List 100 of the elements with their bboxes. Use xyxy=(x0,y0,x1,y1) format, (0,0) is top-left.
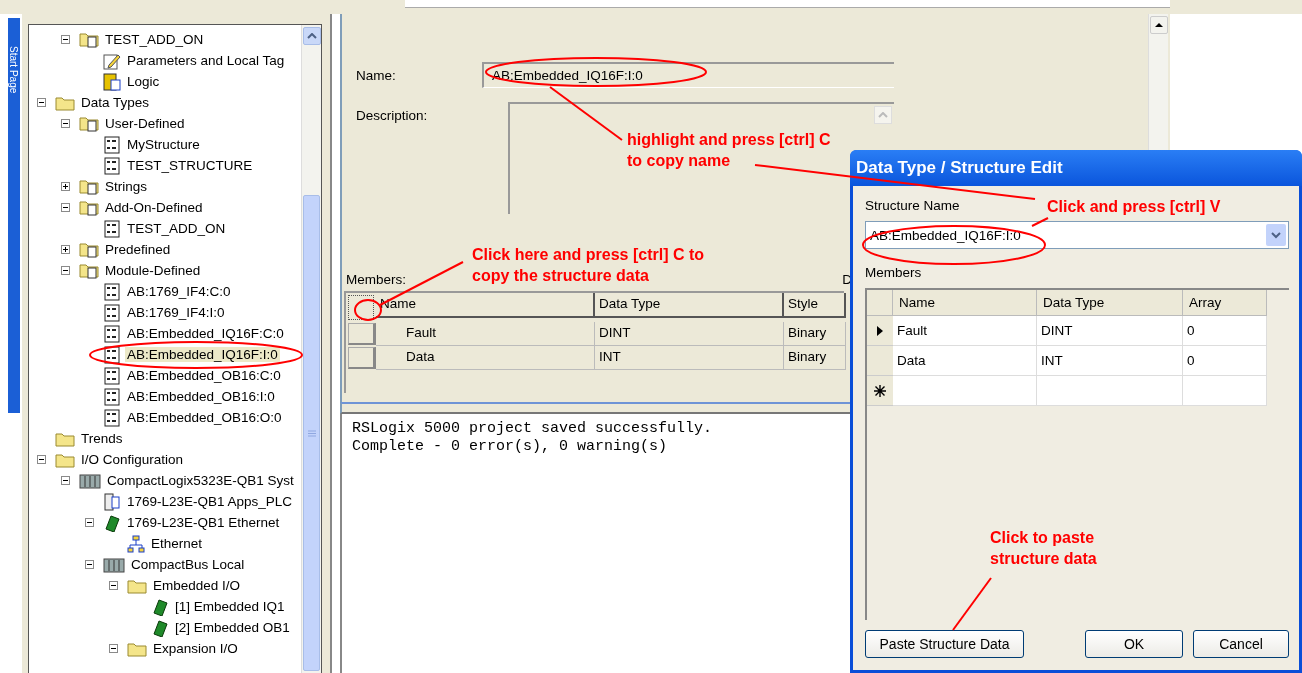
folder-icon xyxy=(127,640,147,657)
tree-item[interactable]: MyStructure xyxy=(125,137,202,152)
table-cell[interactable]: 0 xyxy=(1183,316,1267,346)
network-icon xyxy=(127,534,145,553)
paste-structure-data-button[interactable]: Paste Structure Data xyxy=(865,630,1024,658)
column-header[interactable]: Name xyxy=(893,290,1037,316)
column-header[interactable]: Array xyxy=(1183,290,1267,316)
table-cell[interactable]: DINT xyxy=(1037,316,1183,346)
pencil-icon xyxy=(103,51,121,70)
tree-item[interactable]: Strings xyxy=(103,179,150,194)
ok-button[interactable]: OK xyxy=(1085,630,1183,658)
table-cell[interactable] xyxy=(893,376,1037,406)
leader-line xyxy=(1031,217,1049,227)
tree-item[interactable]: [1] Embedded IQ1 xyxy=(173,599,287,614)
tree-item[interactable]: AB:Embedded_OB16:O:0 xyxy=(125,410,284,425)
tree-item[interactable]: I/O Configuration xyxy=(79,452,186,467)
start-page-tab[interactable]: Start Page xyxy=(8,18,20,413)
collapse-icon[interactable] xyxy=(85,560,94,569)
folder-icon xyxy=(127,577,147,594)
structure-name-combo[interactable]: AB:Embedded_IQ16F:I:0 xyxy=(865,221,1289,249)
expand-icon[interactable] xyxy=(61,245,70,254)
folder-icon xyxy=(79,30,99,49)
collapse-icon[interactable] xyxy=(109,581,118,590)
field-label: Description: xyxy=(356,108,429,123)
table-cell: Fault xyxy=(376,322,595,346)
tree-item[interactable]: Expansion I/O xyxy=(151,641,240,656)
tree-item[interactable]: AB:Embedded_IQ16F:C:0 xyxy=(125,326,286,341)
tree-item[interactable]: Trends xyxy=(79,431,125,446)
name-field[interactable]: AB:Embedded_IQ16F:I:0 xyxy=(482,62,894,88)
annotation-text: Click to paste structure data xyxy=(990,528,1097,569)
collapse-icon[interactable] xyxy=(37,455,46,464)
scrollbar[interactable] xyxy=(301,25,321,673)
collapse-icon[interactable] xyxy=(61,35,70,44)
tree-item[interactable]: Data Types xyxy=(79,95,152,110)
binary-file-icon xyxy=(103,408,121,427)
tree-item[interactable]: TEST_STRUCTURE xyxy=(125,158,255,173)
tree-item[interactable]: AB:Embedded_OB16:I:0 xyxy=(125,389,277,404)
binary-file-icon xyxy=(103,324,121,343)
table-cell: Binary xyxy=(784,346,846,370)
tree-item[interactable]: AB:Embedded_OB16:C:0 xyxy=(125,368,283,383)
tree-item[interactable]: 1769-L23E-QB1 Ethernet xyxy=(125,515,282,530)
tree-item[interactable]: CompactLogix5323E-QB1 Syst xyxy=(105,473,296,488)
table-cell: DINT xyxy=(595,322,784,346)
tree-item[interactable]: AB:1769_IF4:C:0 xyxy=(125,284,233,299)
cancel-button[interactable]: Cancel xyxy=(1193,630,1289,658)
dialog-title: Data Type / Structure Edit xyxy=(850,150,1302,186)
tree-item[interactable]: 1769-L23E-QB1 Apps_PLC xyxy=(125,494,295,509)
grid-corner-cell[interactable] xyxy=(867,290,893,316)
table-cell[interactable]: Fault xyxy=(893,316,1037,346)
binary-file-icon xyxy=(103,219,121,238)
table-cell[interactable] xyxy=(1183,376,1267,406)
select-all-cell[interactable] xyxy=(348,295,374,320)
dropdown-icon[interactable] xyxy=(1270,231,1282,239)
tree-item[interactable]: Logic xyxy=(125,74,162,89)
collapse-icon[interactable] xyxy=(109,644,118,653)
field-label: Members xyxy=(865,265,922,280)
collapse-icon[interactable] xyxy=(61,476,70,485)
tree-item[interactable]: User-Defined xyxy=(103,116,187,131)
collapse-icon[interactable] xyxy=(85,518,94,527)
table-cell[interactable] xyxy=(1037,376,1183,406)
collapse-icon[interactable] xyxy=(37,98,46,107)
tree-item[interactable]: Embedded I/O xyxy=(151,578,243,593)
column-header[interactable]: Style xyxy=(784,293,846,318)
tree-item[interactable]: [2] Embedded OB1 xyxy=(173,620,292,635)
column-header[interactable]: Data Type xyxy=(595,293,784,318)
tree-item[interactable]: CompactBus Local xyxy=(129,557,247,572)
tree-item[interactable]: AB:Embedded_IQ16F:I:0 xyxy=(125,347,280,362)
tree-item[interactable]: Ethernet xyxy=(149,536,205,551)
table-cell[interactable]: 0 xyxy=(1183,346,1267,376)
table-cell: INT xyxy=(595,346,784,370)
tree-item[interactable]: AB:1769_IF4:I:0 xyxy=(125,305,227,320)
table-cell: Binary xyxy=(784,322,846,346)
annotation-oval xyxy=(354,299,382,321)
tree-item[interactable]: TEST_ADD_ON xyxy=(125,221,228,236)
tree-item[interactable]: Add-On-Defined xyxy=(103,200,205,215)
folder-icon xyxy=(79,261,99,280)
collapse-icon[interactable] xyxy=(61,266,70,275)
tree-item[interactable]: Parameters and Local Tag xyxy=(125,53,287,68)
column-header[interactable]: Data Type xyxy=(1037,290,1183,316)
table-cell[interactable]: Data xyxy=(893,346,1037,376)
collapse-icon[interactable] xyxy=(61,203,70,212)
circuit-card-icon xyxy=(151,597,169,616)
row-header[interactable] xyxy=(867,316,893,346)
expand-icon[interactable] xyxy=(61,182,70,191)
scroll-up-icon[interactable] xyxy=(1153,22,1164,28)
annotation-text: Click and press [ctrl] V xyxy=(1047,197,1221,217)
tree-item[interactable]: Module-Defined xyxy=(103,263,203,278)
binary-file-icon xyxy=(103,135,121,154)
collapse-icon[interactable] xyxy=(61,119,70,128)
field-label: Name: xyxy=(356,68,397,83)
circuit-card-icon xyxy=(103,513,121,532)
table-cell[interactable]: INT xyxy=(1037,346,1183,376)
folder-icon xyxy=(55,430,75,447)
folder-icon xyxy=(79,240,99,259)
grip-icon xyxy=(307,429,316,437)
folder-icon xyxy=(79,114,99,133)
tree-item[interactable]: TEST_ADD_ON xyxy=(103,32,206,47)
binary-file-icon xyxy=(103,366,121,385)
column-header[interactable]: Name xyxy=(376,293,595,318)
tree-item[interactable]: Predefined xyxy=(103,242,173,257)
